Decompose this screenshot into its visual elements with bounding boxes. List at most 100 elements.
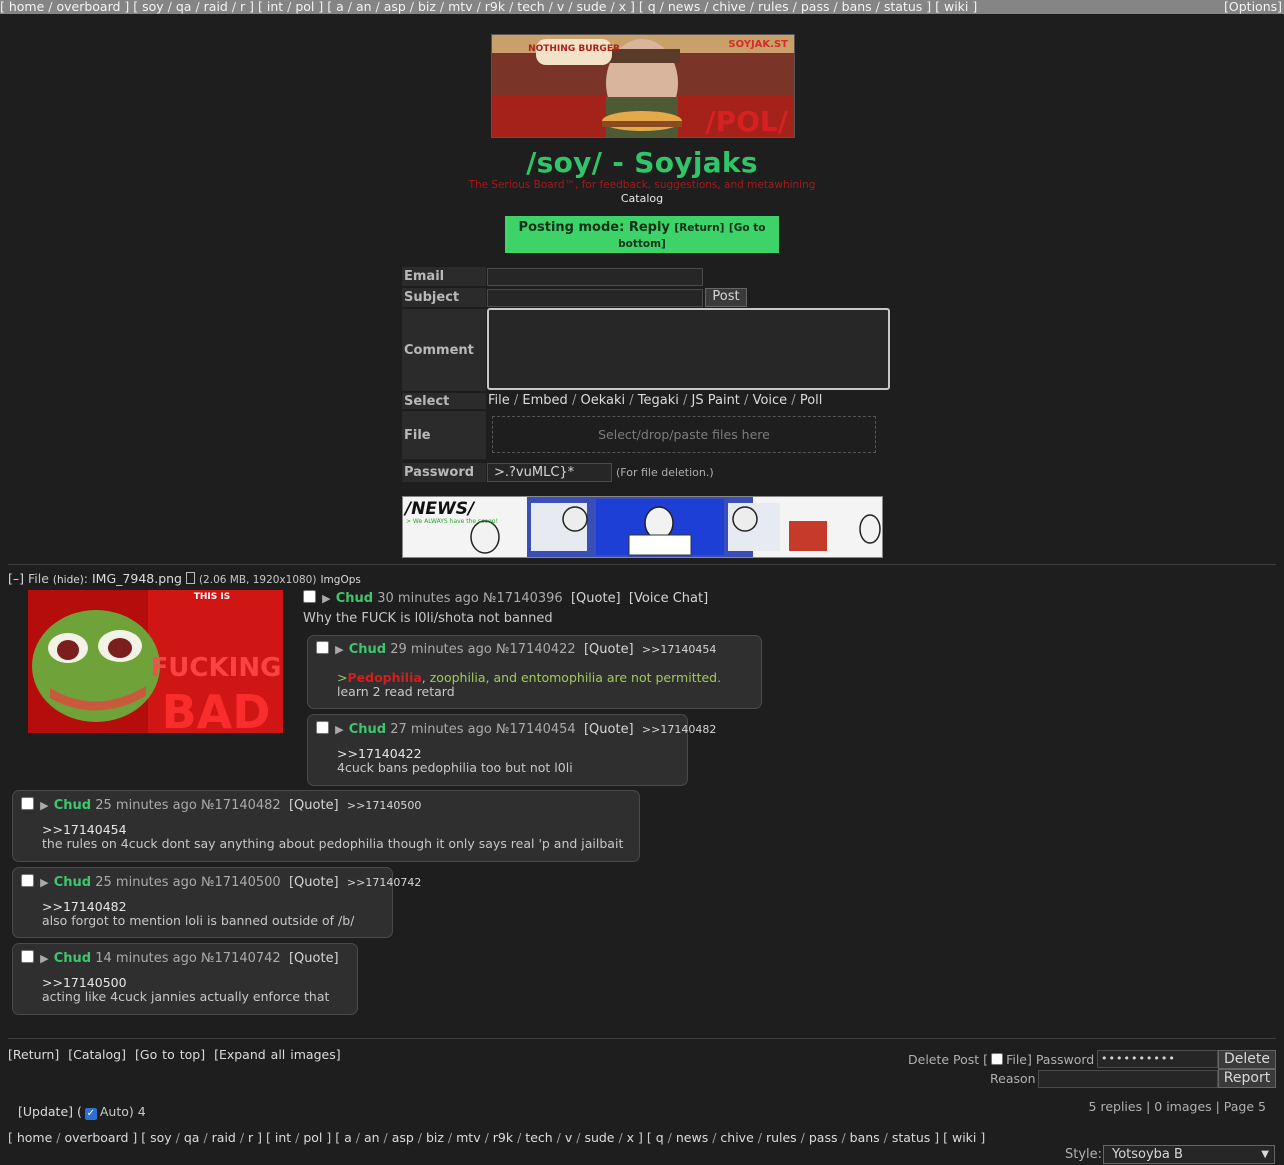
reply-quote-link[interactable]: [Quote] [289,875,339,890]
footer-nav-link-pass[interactable]: pass [809,1130,838,1145]
select-option-voice[interactable]: Voice [753,393,788,408]
reply-select-checkbox[interactable] [21,874,34,887]
topnav-link-qa[interactable]: qa [176,0,192,14]
delete-password-field[interactable]: •••••••••• [1097,1050,1218,1068]
footer-nav-link-status[interactable]: status [892,1130,930,1145]
options-link[interactable]: [Options] [1224,0,1282,14]
reply-backlink[interactable]: >>17140454 [642,643,716,656]
footer-nav-link-a[interactable]: a [344,1130,352,1145]
topnav-link-pol[interactable]: pol [295,0,314,14]
reply-backlink[interactable]: >>17140482 [642,723,716,736]
footer-nav-link-int[interactable]: int [275,1130,291,1145]
op-quote-link[interactable]: [Quote] [571,591,621,606]
footer-nav-link-soy[interactable]: soy [150,1130,172,1145]
footer-nav-link-tech[interactable]: tech [525,1130,552,1145]
topnav-link-r9k[interactable]: r9k [485,0,505,14]
select-option-file[interactable]: File [488,393,510,408]
select-option-js-paint[interactable]: JS Paint [692,393,740,408]
topnav-link-overboard[interactable]: overboard [56,0,120,14]
imgops-link[interactable]: ImgOps [320,574,360,586]
footer-nav-link-biz[interactable]: biz [426,1130,444,1145]
topnav-link-status[interactable]: status [884,0,922,14]
post-button[interactable]: Post [705,288,747,307]
topnav-link-biz[interactable]: biz [418,0,436,14]
reply-backlink[interactable]: >>17140500 [347,799,421,812]
topnav-link-pass[interactable]: pass [801,0,830,14]
post-menu-icon[interactable]: ▶ [335,643,343,656]
update-link[interactable]: [Update] ( [18,1104,82,1119]
email-field[interactable] [487,268,703,286]
post-menu-icon[interactable]: ▶ [40,952,48,965]
reply-post-number[interactable]: №17140482 [201,798,281,813]
reply-select-checkbox[interactable] [21,950,34,963]
reply-select-checkbox[interactable] [316,641,329,654]
reply-select-checkbox[interactable] [21,797,34,810]
post-menu-icon[interactable]: ▶ [335,723,343,736]
post-menu-icon[interactable]: ▶ [40,799,48,812]
footer-nav-link-bans[interactable]: bans [850,1130,880,1145]
footer-nav-link-asp[interactable]: asp [392,1130,414,1145]
select-option-oekaki[interactable]: Oekaki [580,393,625,408]
reply-post-number[interactable]: №17140454 [496,722,576,737]
footer-nav-link-r9k[interactable]: r9k [493,1130,513,1145]
op-filename-link[interactable]: IMG_7948.png [92,571,182,586]
reply-quote-link[interactable]: [Quote] [584,642,634,657]
topnav-link-sude[interactable]: sude [576,0,606,14]
footer-nav-link-x[interactable]: x [627,1130,634,1145]
bottom-link-go-to-top[interactable]: [Go to top] [135,1047,205,1062]
bottom-link-return[interactable]: [Return] [8,1047,59,1062]
reply-quote-link[interactable]: [Quote] [289,951,339,966]
topnav-link-wiki[interactable]: wiki [944,0,968,14]
op-post-number[interactable]: №17140396 [483,591,563,606]
footer-nav-link-sude[interactable]: sude [584,1130,614,1145]
topnav-link-q[interactable]: q [648,0,656,14]
topnav-link-news[interactable]: news [668,0,700,14]
op-image-thumbnail[interactable]: THIS IS FUCKING BAD [28,590,283,733]
board-banner-image[interactable]: NOTHING BURGER SOYJAK.ST /POL/ [491,34,795,138]
op-select-checkbox[interactable] [303,590,316,603]
reply-select-checkbox[interactable] [316,721,329,734]
hide-file-link[interactable]: (hide) [53,574,84,586]
return-link[interactable]: [Return] [674,222,724,234]
topnav-link-an[interactable]: an [356,0,372,14]
topnav-link-home[interactable]: home [9,0,44,14]
reply-quotelink[interactable]: >>17140482 [42,900,127,914]
auto-update-checkbox[interactable]: ✓ [84,1108,97,1120]
footer-nav-link-an[interactable]: an [364,1130,380,1145]
download-icon[interactable] [185,572,195,584]
post-menu-icon[interactable]: ▶ [40,876,48,889]
topnav-link-chive[interactable]: chive [712,0,745,14]
post-menu-icon[interactable]: ▶ [322,592,330,605]
footer-nav-link-qa[interactable]: qa [184,1130,200,1145]
footer-nav-link-home[interactable]: home [17,1130,52,1145]
topnav-link-bans[interactable]: bans [842,0,872,14]
topnav-link-x[interactable]: x [619,0,626,14]
reply-backlink[interactable]: >>17140742 [347,876,421,889]
thread-collapse-toggle[interactable]: [–] [8,571,24,586]
select-option-poll[interactable]: Poll [800,393,823,408]
reply-post-number[interactable]: №17140742 [201,951,281,966]
catalog-link[interactable]: Catalog [0,192,1284,205]
password-field[interactable]: >.?vuMLC}* [487,463,612,482]
topnav-link-asp[interactable]: asp [384,0,406,14]
footer-nav-link-news[interactable]: news [676,1130,708,1145]
topnav-link-a[interactable]: a [336,0,344,14]
style-select[interactable]: Yotsoyba B ▼ [1103,1145,1275,1164]
select-option-embed[interactable]: Embed [522,393,567,408]
topnav-link-soy[interactable]: soy [142,0,164,14]
topnav-link-int[interactable]: int [267,0,283,14]
footer-nav-link-pol[interactable]: pol [303,1130,322,1145]
footer-nav-link-raid[interactable]: raid [212,1130,236,1145]
file-dropzone[interactable]: Select/drop/paste files here [492,416,876,453]
reply-quotelink[interactable]: >>17140500 [42,976,127,990]
topnav-link-raid[interactable]: raid [204,0,228,14]
op-voice-chat-link[interactable]: [Voice Chat] [629,591,708,606]
select-option-tegaki[interactable]: Tegaki [638,393,679,408]
bottom-link-expand-all-images[interactable]: [Expand all images] [214,1047,341,1062]
bottom-link-catalog[interactable]: [Catalog] [68,1047,126,1062]
report-reason-field[interactable] [1038,1070,1218,1088]
reply-quotelink[interactable]: >>17140454 [42,823,127,837]
delete-file-only-checkbox[interactable] [991,1053,1004,1065]
topnav-link-mtv[interactable]: mtv [448,0,472,14]
comment-textarea[interactable] [487,308,890,390]
